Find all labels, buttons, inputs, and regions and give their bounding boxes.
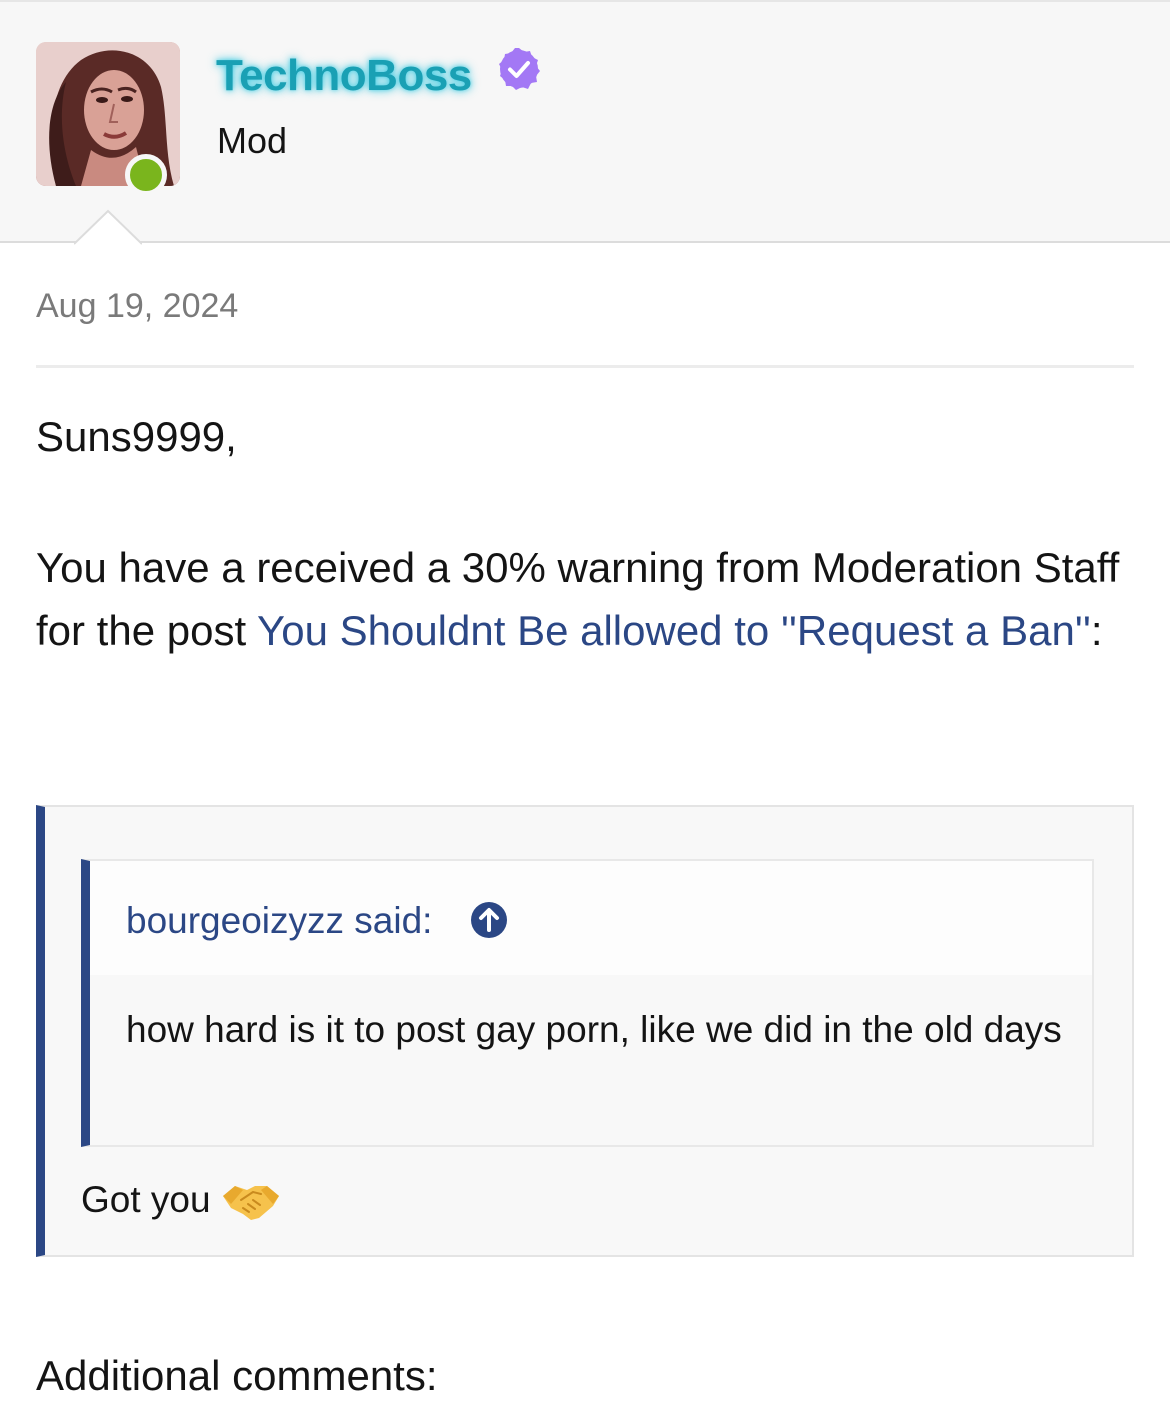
- username[interactable]: TechnoBoss: [216, 50, 472, 102]
- inner-quote-block: bourgeoizyzz said: how hard is it to pos…: [81, 859, 1094, 1147]
- warning-message: You have a received a 30% warning from M…: [36, 536, 1136, 662]
- handshake-icon: [222, 1186, 279, 1220]
- message-suffix: :: [1090, 607, 1103, 654]
- user-title: Mod: [217, 120, 288, 161]
- warned-post-link[interactable]: You Shouldnt Be allowed to ''Request a B…: [257, 607, 1091, 654]
- user-header: TechnoBoss Mod: [0, 0, 1170, 243]
- reply-label: Got you: [81, 1179, 211, 1220]
- online-status-indicator: [125, 154, 167, 196]
- greeting-text: Suns9999,: [36, 413, 237, 460]
- quote-reply: Got you: [81, 1173, 281, 1227]
- message-pointer-arrow: [74, 209, 142, 245]
- arrow-up-circle-icon[interactable]: [470, 901, 508, 939]
- additional-comments-label: Additional comments:: [36, 1352, 438, 1399]
- avatar-container[interactable]: [36, 42, 180, 196]
- quoted-message: how hard is it to post gay porn, like we…: [126, 1009, 1062, 1050]
- divider: [36, 365, 1134, 368]
- outer-quote-block: bourgeoizyzz said: how hard is it to pos…: [36, 805, 1134, 1257]
- quote-header: bourgeoizyzz said:: [90, 861, 1092, 975]
- verified-check-icon: [499, 48, 540, 90]
- quote-author[interactable]: bourgeoizyzz said:: [126, 899, 432, 943]
- post-date[interactable]: Aug 19, 2024: [36, 286, 238, 326]
